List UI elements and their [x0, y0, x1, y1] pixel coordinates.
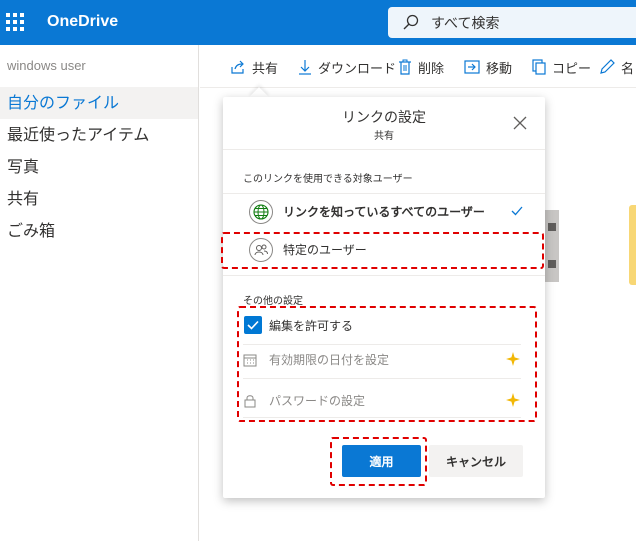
cancel-button[interactable]: キャンセル	[429, 445, 523, 477]
copy-button[interactable]: コピー	[532, 57, 591, 77]
sidebar-item-photos[interactable]: 写真	[0, 151, 198, 183]
audience-label: このリンクを使用できる対象ユーザー	[243, 174, 413, 185]
copy-icon	[532, 59, 546, 75]
option-anyone-label: リンクを知っているすべてのユーザー	[283, 205, 485, 219]
rename-button[interactable]: 名	[599, 57, 634, 77]
move-icon	[464, 60, 480, 74]
app-name[interactable]: OneDrive	[47, 13, 118, 31]
option-anyone-with-link[interactable]: リンクを知っているすべてのユーザー	[243, 195, 533, 229]
share-icon	[231, 60, 244, 74]
dialog-title: リンクの設定	[342, 110, 426, 126]
highlight-apply-button	[330, 437, 427, 486]
top-bar: OneDrive すべて検索	[0, 0, 636, 45]
checkmark-icon	[511, 206, 523, 216]
delete-button[interactable]: 削除	[398, 57, 444, 77]
share-button[interactable]: 共有	[230, 57, 278, 77]
settings-divider	[223, 275, 545, 276]
share-label: 共有	[252, 61, 279, 77]
audience-divider	[223, 193, 545, 194]
folder-tile[interactable]	[629, 205, 636, 285]
sidebar: windows user 自分のファイル 最近使ったアイテム 写真 共有 ごみ箱	[0, 45, 199, 541]
command-bar: 共有 ダウンロード 削除 移動 コピー 名	[200, 45, 636, 88]
rename-label: 名	[621, 61, 635, 77]
app-launcher-icon[interactable]	[6, 13, 24, 31]
move-label: 移動	[486, 61, 513, 77]
delete-label: 削除	[418, 61, 445, 77]
search-box[interactable]: すべて検索	[388, 7, 636, 38]
download-label: ダウンロード	[318, 61, 397, 77]
search-icon	[403, 14, 419, 30]
globe-icon	[249, 200, 273, 224]
download-icon	[299, 60, 311, 75]
user-name: windows user	[7, 58, 86, 73]
dialog-divider	[223, 149, 545, 150]
file-tile[interactable]	[545, 210, 559, 282]
sidebar-item-recycle-bin[interactable]: ごみ箱	[0, 215, 198, 247]
search-placeholder: すべて検索	[431, 16, 500, 32]
pencil-icon	[600, 59, 615, 74]
download-button[interactable]: ダウンロード	[298, 57, 396, 77]
highlight-other-settings	[237, 306, 537, 422]
close-icon	[513, 116, 527, 130]
sidebar-item-shared[interactable]: 共有	[0, 183, 198, 215]
sidebar-item-my-files[interactable]: 自分のファイル	[0, 87, 198, 119]
trash-icon	[399, 59, 411, 75]
dialog-subtitle: 共有	[374, 131, 394, 142]
copy-label: コピー	[552, 61, 592, 77]
highlight-specific-people	[221, 232, 544, 269]
other-settings-label: その他の設定	[243, 296, 303, 307]
move-button[interactable]: 移動	[464, 57, 512, 77]
close-button[interactable]	[510, 113, 530, 133]
sidebar-item-recent[interactable]: 最近使ったアイテム	[0, 119, 198, 151]
